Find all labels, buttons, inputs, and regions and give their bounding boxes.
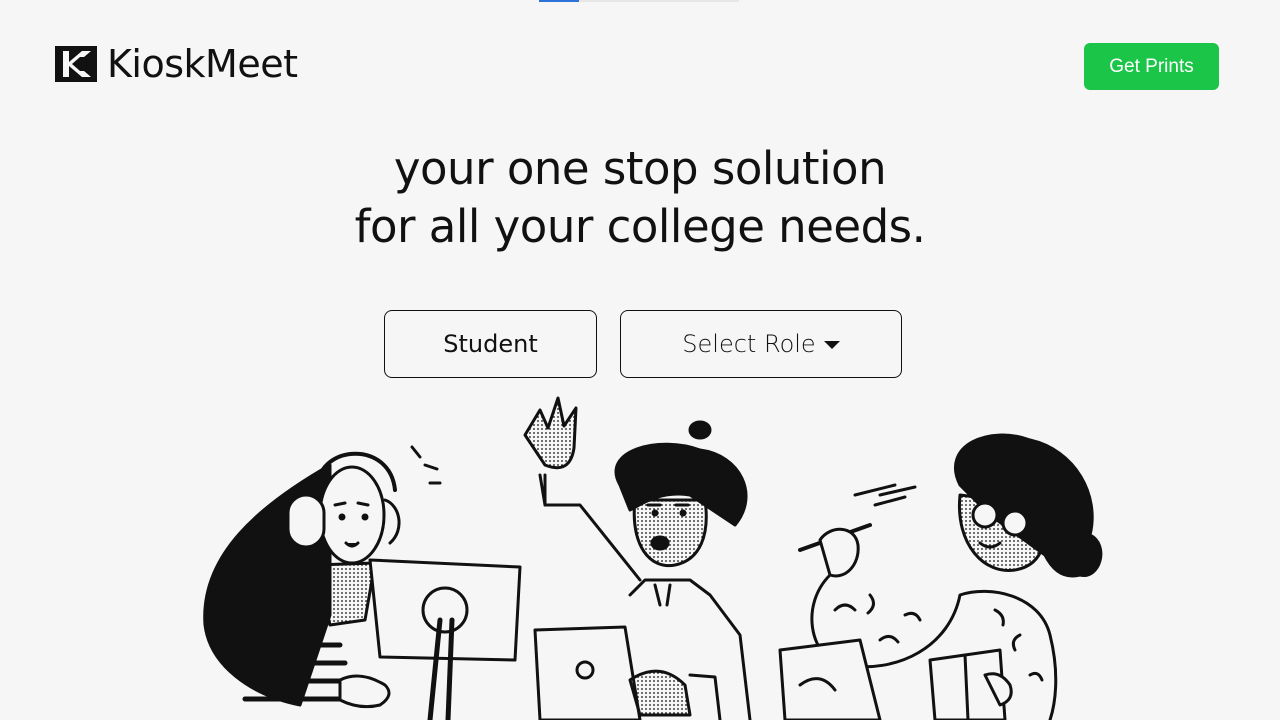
hero-headline-line-1: your one stop solution: [393, 142, 887, 195]
student-with-headphones: [203, 445, 522, 720]
students-illustration: [203, 396, 1103, 720]
brand-logo[interactable]: KioskMeet: [55, 42, 298, 86]
hero-headline-line-2: for all your college needs.: [354, 200, 926, 253]
select-role-label: Select Role: [682, 330, 816, 358]
caret-down-icon: [823, 341, 840, 349]
select-role-dropdown[interactable]: Select Role: [620, 310, 902, 378]
page-loading-bar-fill: [539, 0, 579, 2]
kioskmeet-logo-icon: [55, 46, 97, 82]
get-prints-button[interactable]: Get Prints: [1084, 43, 1219, 90]
hero-headline: your one stop solution for all your coll…: [0, 140, 1280, 256]
page-loading-bar: [539, 0, 739, 2]
brand-name: KioskMeet: [107, 42, 298, 86]
landing-page: KioskMeet Get Prints your one stop solut…: [0, 0, 1280, 720]
student-waving: [523, 396, 752, 720]
student-role-button[interactable]: Student: [384, 310, 597, 378]
student-with-book: [778, 433, 1103, 720]
